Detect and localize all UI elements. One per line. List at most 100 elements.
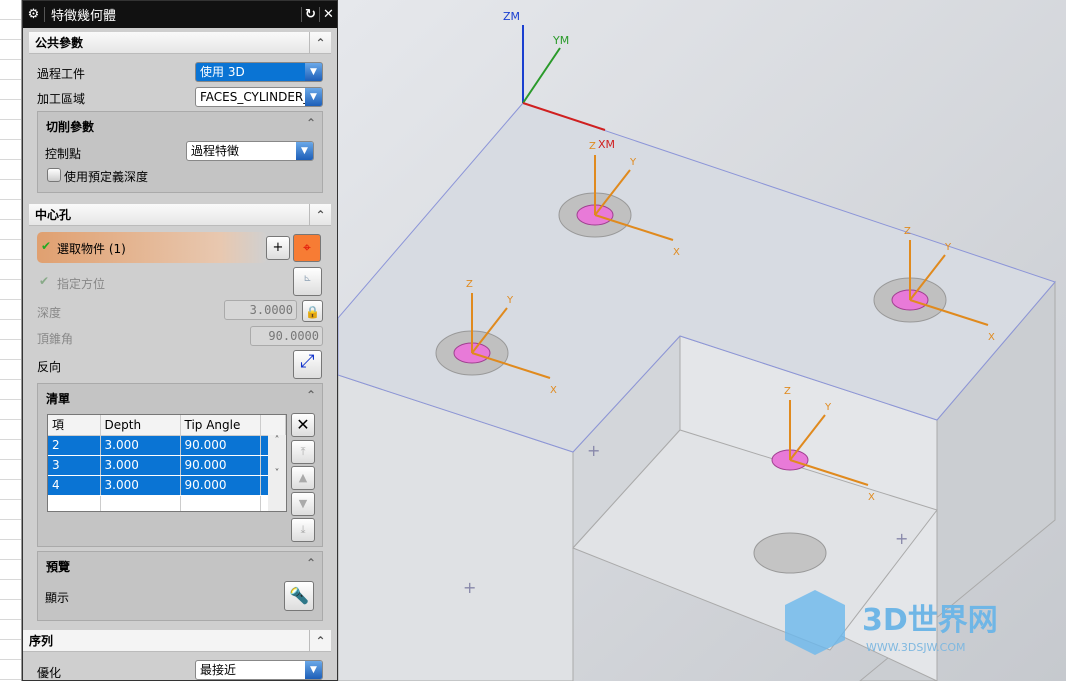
watermark-brand: 3D世界网 [862,603,998,638]
process-workpiece-label: 過程工件 [37,67,86,81]
reverse-label: 反向 [37,360,62,374]
cell: 90.000 [180,475,261,496]
crosshair-icon[interactable]: ⌖ [293,234,321,262]
chevron-down-icon: ▼ [305,661,322,679]
select-value: 最接近 [200,663,237,677]
chevron-down-icon: ▼ [305,88,322,106]
cell: 90.000 [180,435,261,456]
dialog-title-bar: ⚙ 特徵幾何體 ↻ ✕ [23,1,337,28]
wcs-z-label: ZM [503,10,520,23]
feature-geometry-dialog: ⚙ 特徵幾何體 ↻ ✕ 公共參數 ⌃ 過程工件 使用 3D ▼ 加工區域 FACES… [22,0,338,681]
svg-text:+: + [463,578,476,597]
cell: 3.000 [100,475,181,496]
axis-label: X [673,247,680,258]
tip-angle-label: 頂錐角 [37,332,74,346]
cell: 4 [48,475,101,496]
axis-label: Z [589,141,596,152]
machining-area-label: 加工區域 [37,92,86,106]
chevron-down-icon: ▼ [305,63,322,81]
move-up-icon[interactable]: ▲ [291,466,315,490]
cell: 3 [48,455,101,476]
section-title: 公共參數 [35,36,84,50]
control-point-label: 控制點 [45,147,82,161]
axis-label: X [988,332,995,343]
wcs-x-label: XM [598,138,615,151]
collapse-icon[interactable]: ⌃ [306,116,316,130]
group-title: 清單 [46,392,71,406]
cell: 90.000 [180,455,261,476]
dialog-title: 特徵幾何體 [51,9,117,24]
lock-icon[interactable]: 🔒 [302,300,323,322]
watermark-url: WWW.3DSJW.COM [866,641,966,654]
collapse-icon[interactable]: ⌃ [306,388,316,402]
close-icon[interactable]: ✕ [319,7,337,22]
section-common-params[interactable]: 公共參數 ⌃ [29,32,331,54]
check-icon: ✔ [41,239,52,253]
column-header[interactable]: Tip Angle [180,415,261,436]
depth-label: 深度 [37,306,62,320]
svg-text:+: + [895,529,908,548]
optimize-label: 優化 [37,666,62,680]
section-center-hole[interactable]: 中心孔 ⌃ [29,204,331,226]
axis-label: Z [466,279,473,290]
section-title: 序列 [29,634,54,648]
flashlight-icon[interactable]: 🔦 [284,581,314,611]
preview-group: 預覽 ⌃ [37,551,323,621]
show-label: 顯示 [45,591,70,605]
add-new-set-icon[interactable]: + [266,236,290,260]
section-title: 中心孔 [35,208,72,222]
optimize-select[interactable]: 最接近 ▼ [195,660,323,680]
cell: 3.000 [100,455,181,476]
hole-list-table: 項 Depth Tip Angle 2 3.000 90.000 3 3.000 90.00… [47,414,287,512]
group-title: 切削參數 [46,120,95,134]
check-icon: ✔ [39,274,50,288]
axis-label: Y [629,157,637,168]
axis-label: Z [904,226,911,237]
svg-text:+: + [587,441,600,460]
axis-label: X [868,492,875,503]
reverse-direction-icon[interactable]: ⤢ [293,350,322,379]
axis-label: Z [784,386,791,397]
move-top-icon[interactable]: ⤒ [291,440,315,464]
predefined-depth-label: 使用預定義深度 [64,170,149,184]
select-value: 過程特徵 [191,144,240,158]
collapse-icon[interactable]: ⌃ [309,204,331,226]
machining-area-select[interactable]: FACES_CYLINDER_ ▼ [195,87,323,107]
select-value: 使用 3D [200,65,245,79]
group-title: 預覽 [46,560,71,574]
axis-label: Y [824,402,832,413]
cell: 3.000 [100,435,181,456]
specify-orientation-label: 指定方位 [57,277,106,291]
delete-icon[interactable]: ✕ [291,413,315,437]
move-down-icon[interactable]: ▼ [291,492,315,516]
list-scrollbar[interactable]: ˄ ˅ [268,435,286,511]
tip-angle-input[interactable]: 90.0000 [250,326,323,346]
table-row[interactable]: 2 3.000 90.000 [48,435,286,456]
process-workpiece-select[interactable]: 使用 3D ▼ [195,62,323,82]
collapse-icon[interactable]: ⌃ [309,32,331,54]
csys-icon[interactable]: ⊾ [293,267,322,296]
select-object-label: 選取物件 (1) [57,242,126,256]
cell: 2 [48,435,101,456]
wcs-y-label: YM [552,34,569,47]
axis-label: Y [506,295,514,306]
axis-label: Y [944,242,952,253]
collapse-icon[interactable]: ⌃ [306,556,316,570]
select-object-row[interactable]: ✔ 選取物件 (1) [37,232,267,263]
depth-input[interactable]: 3.0000 [224,300,297,320]
column-header[interactable]: Depth [100,415,181,436]
graphics-viewport[interactable]: Z Y X Z Y X Z Y X Z Y X ZM YM XM + + + 3D世界网 WWW.3DSJ… [338,0,1066,681]
table-row[interactable]: 3 3.000 90.000 [48,455,286,476]
chevron-down-icon: ▼ [296,142,313,160]
table-row[interactable]: 4 3.000 90.000 [48,475,286,496]
axis-label: X [550,385,557,396]
column-header[interactable]: 項 [48,415,101,436]
move-bottom-icon[interactable]: ⤓ [291,518,315,542]
reset-icon[interactable]: ↻ [301,7,319,22]
section-sequence[interactable]: 序列 ⌃ [23,630,331,652]
gear-icon[interactable]: ⚙ [23,7,45,22]
collapse-icon[interactable]: ⌃ [309,630,331,652]
background-list [0,0,22,681]
control-point-select[interactable]: 過程特徵 ▼ [186,141,314,161]
predefined-depth-checkbox[interactable] [47,168,61,182]
